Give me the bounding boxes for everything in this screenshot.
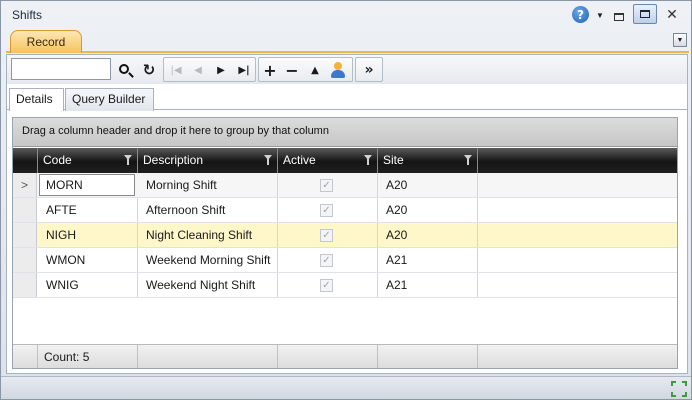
code-cell[interactable]: AFTE	[38, 198, 138, 222]
subtab-strip: Details Query Builder	[7, 85, 687, 111]
tabstrip-menu-icon[interactable]: ▼	[673, 33, 687, 47]
footer-description	[138, 345, 278, 368]
add-icon[interactable]: +	[259, 59, 281, 81]
filter-icon[interactable]	[264, 155, 272, 165]
tab-record[interactable]: Record	[10, 30, 82, 53]
table-row[interactable]: > MORN Morning Shift ✓ A20	[13, 173, 677, 198]
toolbar: ↻ |◀ ◀ ▶ ▶| + − ▲ »	[7, 55, 687, 84]
site-cell[interactable]: A21	[378, 273, 478, 297]
minimize-icon[interactable]	[612, 6, 626, 24]
active-cell[interactable]: ✓	[278, 173, 378, 197]
active-checkbox[interactable]: ✓	[320, 279, 333, 292]
row-indicator	[13, 273, 37, 297]
footer-count: Count: 5	[38, 345, 138, 368]
header-active[interactable]: Active	[278, 148, 378, 173]
footer-indicator	[13, 345, 38, 368]
tab-details[interactable]: Details	[9, 88, 64, 111]
active-checkbox[interactable]: ✓	[320, 204, 333, 217]
site-cell[interactable]: A21	[378, 248, 478, 272]
search-icon	[118, 63, 129, 74]
active-checkbox[interactable]: ✓	[320, 229, 333, 242]
title-bar: Shifts ? ▼ ✕	[1, 1, 691, 29]
code-cell-editor[interactable]: MORN	[39, 174, 135, 196]
table-row[interactable]: NIGH Night Cleaning Shift ✓ A20	[13, 223, 677, 248]
grid-header: Code Description Active Site	[13, 148, 677, 173]
footer-site	[378, 345, 478, 368]
record-tabstrip: Record ▼	[6, 29, 689, 53]
footer-active	[278, 345, 378, 368]
status-bar	[1, 376, 691, 399]
dropdown-arrow-icon[interactable]: ▼	[595, 6, 605, 24]
move-up-icon[interactable]: ▲	[304, 59, 326, 81]
tab-query-builder[interactable]: Query Builder	[65, 88, 154, 111]
next-record-icon[interactable]: ▶	[210, 59, 232, 81]
shifts-window: Shifts ? ▼ ✕ Record ▼ ↻ |◀ ◀ ▶ ▶| + − ▲ …	[0, 0, 692, 400]
active-cell[interactable]: ✓	[278, 273, 378, 297]
active-checkbox[interactable]: ✓	[320, 179, 333, 192]
row-indicator	[13, 223, 37, 247]
filter-icon[interactable]	[124, 155, 132, 165]
search-button[interactable]	[114, 59, 136, 81]
header-active-label: Active	[283, 153, 316, 167]
window-title: Shifts	[12, 8, 43, 22]
active-checkbox[interactable]: ✓	[320, 254, 333, 267]
site-cell[interactable]: A20	[378, 198, 478, 222]
group-by-panel[interactable]: Drag a column header and drop it here to…	[13, 118, 677, 147]
table-row[interactable]: AFTE Afternoon Shift ✓ A20	[13, 198, 677, 223]
more-icon[interactable]: »	[358, 59, 380, 81]
current-row-indicator: >	[13, 173, 37, 197]
restore-icon[interactable]	[633, 4, 657, 24]
description-cell[interactable]: Weekend Morning Shift	[138, 248, 278, 272]
description-cell[interactable]: Afternoon Shift	[138, 198, 278, 222]
users-icon	[330, 62, 346, 78]
refresh-icon[interactable]: ↻	[138, 59, 160, 81]
search-input[interactable]	[11, 58, 111, 80]
grid-footer: Count: 5	[13, 344, 677, 368]
row-indicator	[13, 198, 37, 222]
active-cell[interactable]: ✓	[278, 223, 378, 247]
help-icon[interactable]: ?	[572, 6, 589, 23]
resize-grip-icon[interactable]	[671, 381, 687, 397]
description-cell[interactable]: Night Cleaning Shift	[138, 223, 278, 247]
description-cell[interactable]: Weekend Night Shift	[138, 273, 278, 297]
row-indicator	[13, 248, 37, 272]
table-row[interactable]: WNIG Weekend Night Shift ✓ A21	[13, 273, 677, 298]
first-record-icon[interactable]: |◀	[165, 59, 187, 81]
active-cell[interactable]: ✓	[278, 248, 378, 272]
header-description[interactable]: Description	[138, 148, 278, 173]
filter-icon[interactable]	[364, 155, 372, 165]
site-cell[interactable]: A20	[378, 223, 478, 247]
site-cell[interactable]: A20	[378, 173, 478, 197]
header-code[interactable]: Code	[38, 148, 138, 173]
record-content: ↻ |◀ ◀ ▶ ▶| + − ▲ » Details Query Builde…	[6, 54, 688, 374]
header-description-label: Description	[143, 153, 204, 167]
header-code-label: Code	[43, 153, 72, 167]
active-cell[interactable]: ✓	[278, 198, 378, 222]
shifts-grid: Drag a column header and drop it here to…	[12, 117, 678, 369]
table-row[interactable]: WMON Weekend Morning Shift ✓ A21	[13, 248, 677, 273]
code-cell[interactable]: WMON	[38, 248, 138, 272]
header-site[interactable]: Site	[378, 148, 478, 173]
code-cell[interactable]: WNIG	[38, 273, 138, 297]
users-button[interactable]	[327, 59, 349, 81]
header-site-label: Site	[383, 153, 404, 167]
description-cell[interactable]: Morning Shift	[138, 173, 278, 197]
header-indicator	[13, 148, 38, 173]
filter-icon[interactable]	[464, 155, 472, 165]
close-icon[interactable]: ✕	[664, 6, 680, 24]
last-record-icon[interactable]: ▶|	[233, 59, 255, 81]
code-cell[interactable]: NIGH	[38, 223, 138, 247]
remove-icon[interactable]: −	[281, 59, 303, 81]
previous-record-icon[interactable]: ◀	[187, 59, 209, 81]
